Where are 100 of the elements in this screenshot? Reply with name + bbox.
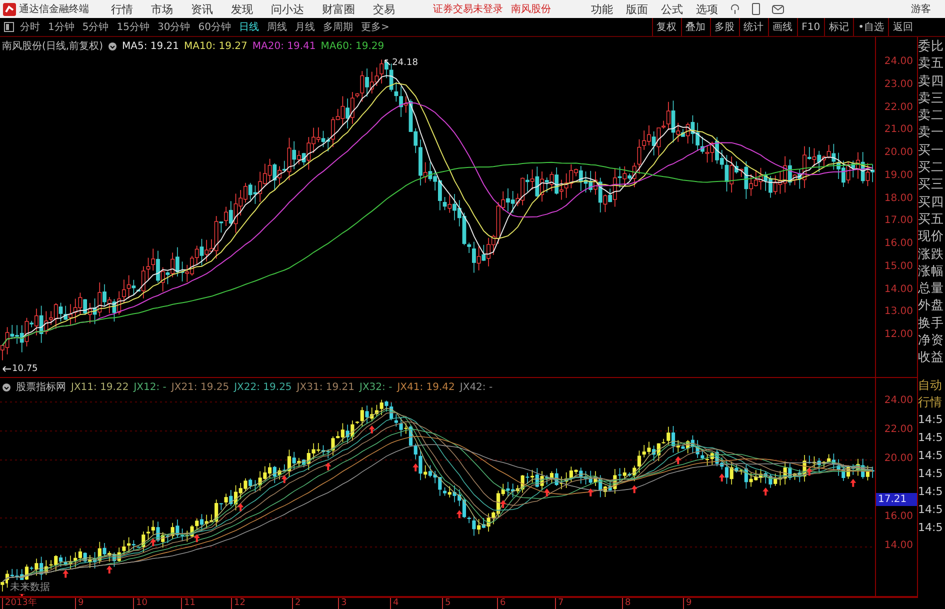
time-axis-label: 2 <box>292 598 301 609</box>
axis-tick-label: 14.00 <box>884 284 913 294</box>
period-tab[interactable]: 多周期 <box>322 20 353 34</box>
login-status[interactable]: 证券交易未登录 <box>433 2 503 16</box>
menu-item[interactable]: 问小达 <box>271 2 304 16</box>
trade-time: 14:5 <box>918 448 944 464</box>
menu-item[interactable]: 交易 <box>373 2 395 16</box>
quote-field-label: 总量 <box>918 279 945 296</box>
quote-field-label: 换手 <box>918 314 945 332</box>
menu-item[interactable]: 功能 <box>591 2 613 16</box>
axis-tick-label: 15.00 <box>884 260 913 272</box>
axis-tick-label: 14.00 <box>884 540 913 551</box>
time-axis-label: 9 <box>683 598 692 609</box>
period-tab[interactable]: 周线 <box>266 20 287 34</box>
quote-tab[interactable]: 自动 <box>918 376 945 394</box>
axis-tick-label: 21.00 <box>884 124 913 136</box>
menu-item[interactable]: 资讯 <box>191 2 213 16</box>
axis-tick-label: 23.00 <box>884 78 913 90</box>
trade-time: 14:5 <box>918 430 944 446</box>
moving-average-label: MA10: 19.27 <box>184 40 248 52</box>
period-tab[interactable]: 30分钟 <box>157 20 190 34</box>
trade-time: 14:5 <box>918 520 944 536</box>
menu-item[interactable]: 选项 <box>696 2 718 16</box>
settings-icon[interactable] <box>2 382 11 392</box>
time-axis-label: 5 <box>442 598 451 609</box>
indicator-line-label: JX42: - <box>460 382 493 392</box>
quote-field-label: 外盘 <box>918 296 945 314</box>
menu-item[interactable]: 行情 <box>111 2 133 16</box>
time-axis-label: 8 <box>622 598 631 609</box>
menu-item[interactable]: 市场 <box>151 2 173 16</box>
phone-icon[interactable] <box>752 3 760 15</box>
quote-field-label: 买三 <box>918 175 945 193</box>
moving-average-label: MA5: 19.21 <box>122 40 179 52</box>
current-price-tag: 17.21 <box>876 493 917 506</box>
quote-field-label: 卖二 <box>918 106 945 124</box>
axis-tick-label: 20.00 <box>884 147 913 158</box>
period-tab[interactable]: 1分钟 <box>48 20 74 34</box>
quote-field-label: 现价 <box>918 227 945 245</box>
menu-item[interactable]: 发现 <box>231 2 253 16</box>
quote-field-label: 涨跌 <box>918 244 945 262</box>
indicator-line-label: JX22: 19.25 <box>234 382 292 392</box>
quote-field-label: 涨幅 <box>918 262 945 280</box>
quote-field-label: 净资 <box>918 331 945 348</box>
quote-field-label: 委比 <box>918 37 945 54</box>
moving-average-label: MA20: 19.41 <box>252 40 316 52</box>
period-tab[interactable]: 更多> <box>360 20 390 34</box>
axis-tick-label: 16.00 <box>884 238 913 249</box>
axis-tick-label: 24.00 <box>884 56 913 67</box>
user-label[interactable]: 游客 <box>911 2 931 16</box>
quote-field-label: 买一 <box>918 140 945 158</box>
quote-field-label: 买五 <box>918 210 945 228</box>
time-axis-label: 11 <box>181 598 196 609</box>
trade-time: 14:5 <box>918 466 944 482</box>
time-axis-label: 3 <box>338 598 347 609</box>
quote-field-label: 卖五 <box>918 54 945 72</box>
app-title: 通达信金融终端 <box>19 2 89 16</box>
pointer-arrow-icon <box>2 366 11 372</box>
time-axis-label: 10 <box>133 598 148 609</box>
quote-field-label: 买四 <box>918 192 945 210</box>
period-tab[interactable]: 5分钟 <box>82 20 109 34</box>
axis-tick-label: 12.00 <box>884 329 913 340</box>
axis-tick-label: 19.00 <box>884 170 913 181</box>
logo-icon <box>3 2 16 16</box>
menu-item[interactable]: 公式 <box>661 2 683 16</box>
period-tab[interactable]: 分时 <box>20 20 40 34</box>
low-price-label: 10.75 <box>12 364 38 374</box>
axis-tick-label: 16.00 <box>884 511 913 522</box>
axis-tick-label: 20.00 <box>884 453 913 464</box>
quote-field-label: 卖四 <box>918 72 945 89</box>
axis-tick-label: 13.00 <box>884 306 913 318</box>
quote-tab[interactable]: 行情 <box>918 394 945 411</box>
indicator-line-label: JX32: - <box>360 382 392 392</box>
settings-icon[interactable] <box>108 42 117 50</box>
axis-tick-label: 24.00 <box>884 395 913 406</box>
axis-tick-label: 17.00 <box>884 215 913 226</box>
indicator-line-label: JX41: 19.42 <box>397 382 455 392</box>
stock-name: 南风股份 <box>511 2 551 16</box>
bulb-icon[interactable] <box>730 4 740 14</box>
menu-item[interactable]: 财富圈 <box>322 2 355 16</box>
time-axis-label: 9 <box>75 598 84 609</box>
quote-field-label: 卖三 <box>918 88 945 106</box>
period-tab[interactable]: 60分钟 <box>198 20 231 34</box>
quote-field-label: 买二 <box>918 158 945 176</box>
indicator-line-label: JX21: 19.25 <box>171 382 230 392</box>
future-data-label: 未来数据 <box>8 580 52 594</box>
time-axis-label: 2013年 <box>2 598 37 609</box>
mail-icon[interactable] <box>772 4 784 14</box>
trade-time: 14:5 <box>918 484 944 500</box>
indicator-title: 股票指标网 <box>16 380 66 394</box>
period-tab[interactable]: 日线 <box>238 20 259 34</box>
time-axis-label: 12 <box>231 598 246 609</box>
period-tab[interactable]: 月线 <box>294 20 315 34</box>
period-tab[interactable]: 15分钟 <box>116 20 150 34</box>
time-axis-label: 7 <box>555 598 564 609</box>
menu-item[interactable]: 版面 <box>626 2 648 16</box>
moving-average-label: MA60: 19.29 <box>320 40 384 52</box>
axis-tick-label: 18.00 <box>884 192 913 204</box>
time-axis-label: 4 <box>390 598 399 609</box>
panel-toggle-icon[interactable] <box>4 22 14 32</box>
quote-field-label: 卖一 <box>918 123 945 141</box>
